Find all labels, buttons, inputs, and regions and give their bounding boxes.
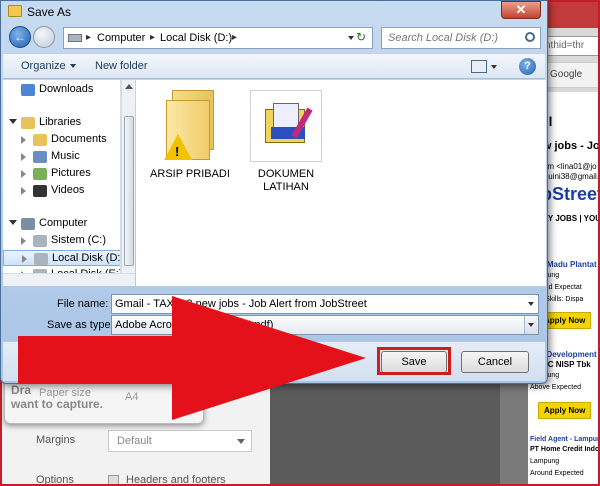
- folder-icon: [34, 253, 48, 265]
- folder-item-arsip-pribadi[interactable]: ! ARSIP PRIBADI: [148, 86, 232, 196]
- save-as-type-row: Save as type: Adobe Acrobat Document (*.…: [1, 315, 549, 337]
- dialog-title: Save As: [27, 5, 72, 19]
- folder-icon: [21, 84, 35, 96]
- scrollbar-thumb[interactable]: [124, 116, 134, 266]
- folder-icon: [21, 117, 35, 129]
- organize-button[interactable]: Organize: [21, 60, 76, 72]
- folder-icon: !: [162, 90, 220, 162]
- nav-item-label: Local Disk (D:): [52, 252, 121, 264]
- back-arrow-icon[interactable]: ←: [9, 26, 31, 48]
- drive-icon: [68, 34, 82, 42]
- file-name-input[interactable]: Gmail - TAX + 2 new jobs - Job Alert fro…: [111, 294, 539, 314]
- folder-label: ARSIP PRIBADI: [150, 168, 230, 180]
- nav-item-libraries[interactable]: Libraries: [3, 115, 120, 131]
- breadcrumb-local-disk[interactable]: Local Disk (D:): [160, 32, 232, 44]
- search-icon: [525, 32, 535, 42]
- search-placeholder: Search Local Disk (D:): [388, 32, 499, 44]
- chevron-down-icon: [528, 323, 534, 327]
- nav-item-documents[interactable]: Documents: [3, 132, 120, 148]
- folder-icon: [33, 151, 47, 163]
- file-list-pane: ! ARSIP PRIBADI DOKUMEN LATIHAN: [136, 80, 546, 286]
- folder-icon: [250, 90, 322, 162]
- nav-item-label: Libraries: [39, 116, 82, 128]
- nav-item-videos[interactable]: Videos: [3, 183, 120, 199]
- chevron-right-icon[interactable]: ▸: [150, 32, 155, 43]
- nav-item-downloads[interactable]: Downloads: [3, 82, 120, 98]
- chevron-down-icon[interactable]: [491, 65, 497, 69]
- dialog-titlebar[interactable]: Save As ✕: [1, 1, 547, 23]
- chevron-right-icon[interactable]: [21, 187, 26, 195]
- chevron-right-icon[interactable]: [21, 237, 26, 245]
- chevron-right-icon[interactable]: [22, 255, 27, 263]
- nav-item-label: Downloads: [39, 83, 94, 95]
- nav-item-sistem-c[interactable]: Sistem (C:): [3, 233, 120, 249]
- folder-item-dokumen-latihan[interactable]: DOKUMEN LATIHAN: [244, 86, 328, 196]
- chevron-down-icon[interactable]: [528, 302, 534, 306]
- refresh-icon[interactable]: ↻: [356, 30, 370, 46]
- dialog-toolbar: Organize New folder ?: [3, 53, 545, 79]
- folder-icon: [8, 5, 22, 17]
- cancel-button[interactable]: Cancel: [461, 351, 529, 373]
- breadcrumb-computer[interactable]: Computer: [97, 32, 145, 44]
- view-options-icon[interactable]: [471, 60, 487, 73]
- nav-item-label: Music: [51, 150, 80, 162]
- forward-arrow-icon[interactable]: [33, 26, 55, 48]
- navigation-row: ← ▸ Computer ▸ Local Disk (D:) ▸ ↻ Searc…: [1, 23, 547, 51]
- address-bar[interactable]: ▸ Computer ▸ Local Disk (D:) ▸ ↻: [63, 27, 373, 49]
- folder-icon: [33, 235, 47, 247]
- folder-icon: [33, 168, 47, 180]
- chevron-down-icon[interactable]: [9, 119, 17, 124]
- save-as-dialog: Save As ✕ ← ▸ Computer ▸ Local Disk (D:)…: [0, 0, 548, 384]
- chevron-down-icon: [69, 64, 76, 69]
- nav-item-computer[interactable]: Computer: [3, 216, 120, 232]
- navigation-pane: Downloads Libraries Documents Music Pictures…: [3, 80, 121, 286]
- help-icon[interactable]: ?: [519, 58, 536, 75]
- file-name-row: File name: Gmail - TAX + 2 new jobs - Jo…: [1, 294, 549, 316]
- chevron-right-icon[interactable]: [21, 170, 26, 178]
- close-button[interactable]: ✕: [501, 1, 541, 19]
- chevron-right-icon[interactable]: [21, 153, 26, 161]
- save-as-type-label: Save as type:: [47, 319, 114, 331]
- nav-item-music[interactable]: Music: [3, 149, 120, 165]
- save-as-type-select[interactable]: Adobe Acrobat Document (*.pdf): [111, 315, 539, 335]
- nav-item-label: Computer: [39, 217, 88, 229]
- scroll-up-icon[interactable]: [125, 84, 133, 89]
- navigation-scrollbar[interactable]: [121, 80, 135, 286]
- nav-item-label: Pictures: [51, 167, 91, 179]
- folder-icon: [33, 185, 47, 197]
- file-name-value: Gmail - TAX + 2 new jobs - Job Alert fro…: [115, 298, 367, 310]
- nav-item-label: Sistem (C:): [51, 234, 106, 246]
- nav-item-pictures[interactable]: Pictures: [3, 166, 120, 182]
- chevron-right-icon[interactable]: [21, 136, 26, 144]
- chevron-down-icon[interactable]: [9, 220, 17, 225]
- chevron-down-icon[interactable]: [348, 36, 354, 40]
- save-button-highlight: [377, 347, 451, 375]
- horizontal-scrollbar[interactable]: [3, 273, 135, 286]
- file-name-label: File name:: [57, 298, 109, 310]
- chevron-right-icon[interactable]: ▸: [86, 32, 91, 43]
- chevron-right-icon[interactable]: ▸: [232, 32, 237, 43]
- folder-icon: [21, 218, 35, 230]
- save-as-type-value: Adobe Acrobat Document (*.pdf): [115, 319, 274, 331]
- new-folder-button[interactable]: New folder: [95, 60, 148, 72]
- search-input[interactable]: Search Local Disk (D:): [381, 27, 541, 49]
- nav-item-label: Documents: [51, 133, 107, 145]
- nav-item-label: Videos: [51, 184, 85, 196]
- nav-item-local-disk-d[interactable]: Local Disk (D:): [3, 250, 121, 266]
- organize-label: Organize: [21, 60, 66, 72]
- folder-label: DOKUMEN LATIHAN: [257, 168, 315, 193]
- folder-icon: [33, 134, 47, 146]
